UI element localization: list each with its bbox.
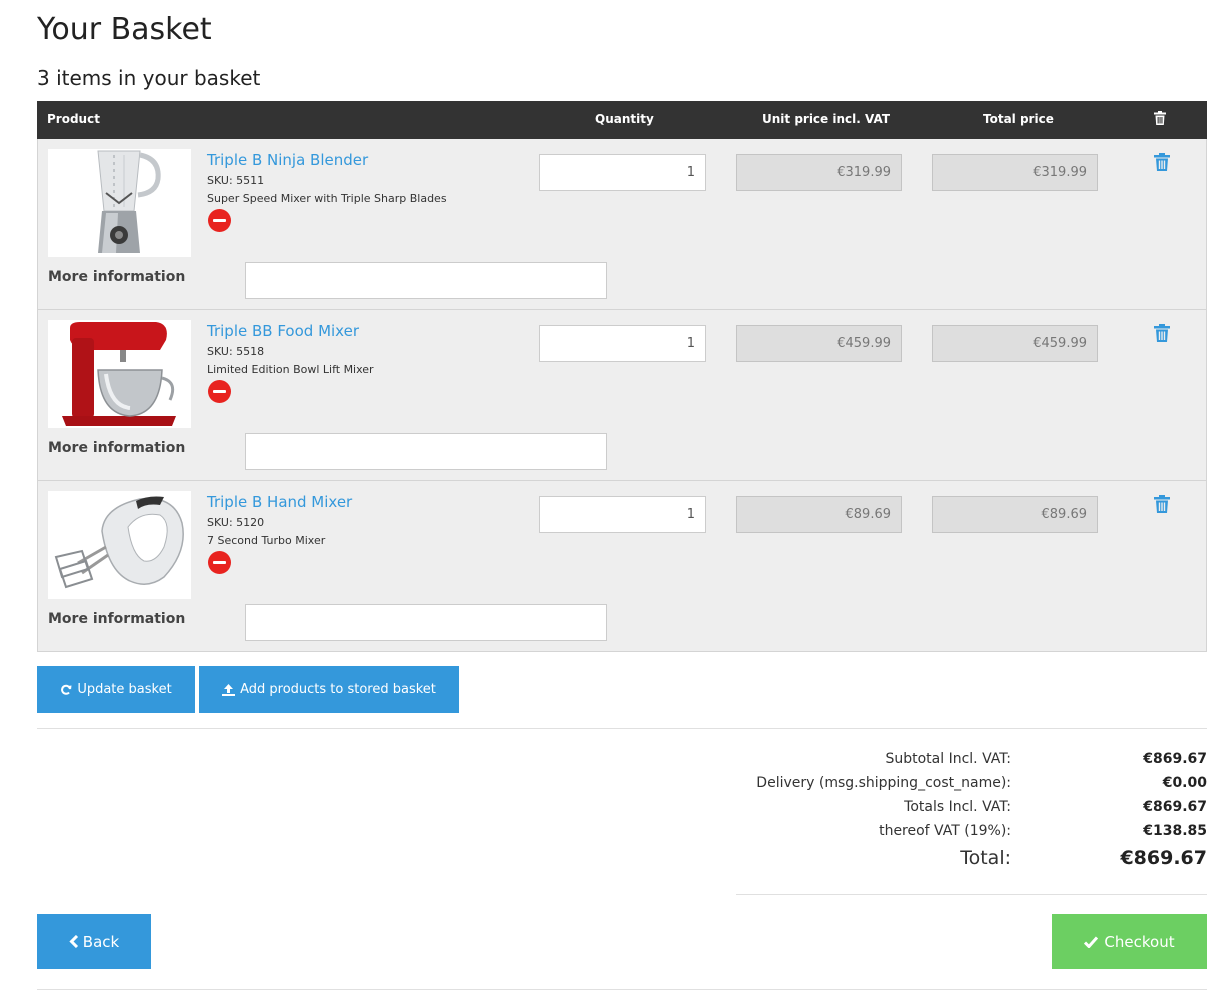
checkout-label: Checkout [1104, 932, 1175, 951]
unit-price-field: €459.99 [736, 325, 902, 362]
product-name-link[interactable]: Triple BB Food Mixer [207, 322, 359, 340]
trash-icon[interactable] [1154, 324, 1170, 342]
total-price-field: €89.69 [932, 496, 1098, 533]
more-information-label: More information [48, 440, 186, 456]
basket-table: Product Quantity Unit price incl. VAT To… [37, 101, 1207, 652]
delivery-label: Delivery (msg.shipping_cost_name): [756, 775, 1011, 791]
totals-summary: Subtotal Incl. VAT: €869.67 Delivery (ms… [736, 748, 1207, 874]
check-icon [1084, 936, 1099, 948]
remove-item-icon[interactable] [208, 380, 231, 403]
product-sku: SKU: 5518 [207, 345, 265, 358]
total-price-field: €319.99 [932, 154, 1098, 191]
subtotal-value: €869.67 [1143, 751, 1207, 767]
add-to-stored-basket-button[interactable]: Add products to stored basket [199, 666, 459, 713]
remove-item-icon[interactable] [208, 551, 231, 574]
refresh-icon [61, 684, 72, 695]
back-button[interactable]: Back [37, 914, 151, 969]
header-quantity: Quantity [595, 112, 654, 126]
quantity-input[interactable] [539, 154, 706, 191]
grand-total-label: Total: [960, 847, 1011, 869]
header-total-price: Total price [983, 112, 1054, 126]
table-row: Triple B Ninja Blender SKU: 5511 Super S… [37, 139, 1207, 310]
more-information-input[interactable] [245, 433, 607, 470]
trash-all-icon[interactable] [1154, 111, 1166, 128]
table-header: Product Quantity Unit price incl. VAT To… [37, 101, 1207, 139]
table-row: Triple BB Food Mixer SKU: 5518 Limited E… [37, 310, 1207, 481]
divider [736, 894, 1207, 895]
totals-value: €869.67 [1143, 799, 1207, 815]
table-row: Triple B Hand Mixer SKU: 5120 7 Second T… [37, 481, 1207, 652]
product-description: 7 Second Turbo Mixer [207, 534, 326, 547]
grand-total-value: €869.67 [1120, 847, 1207, 869]
remove-item-icon[interactable] [208, 209, 231, 232]
quantity-input[interactable] [539, 496, 706, 533]
checkout-button[interactable]: Checkout [1052, 914, 1207, 969]
totals-row: Totals Incl. VAT: €869.67 [736, 796, 1207, 820]
product-description: Limited Edition Bowl Lift Mixer [207, 363, 374, 376]
subtotal-label: Subtotal Incl. VAT: [885, 751, 1011, 767]
divider [37, 728, 1207, 729]
product-description: Super Speed Mixer with Triple Sharp Blad… [207, 192, 447, 205]
header-unit-price: Unit price incl. VAT [762, 112, 890, 126]
product-sku: SKU: 5511 [207, 174, 265, 187]
total-price-field: €459.99 [932, 325, 1098, 362]
vat-row: thereof VAT (19%): €138.85 [736, 820, 1207, 844]
subtotal-row: Subtotal Incl. VAT: €869.67 [736, 748, 1207, 772]
add-to-stored-basket-label: Add products to stored basket [240, 682, 436, 697]
delivery-value: €0.00 [1162, 775, 1207, 791]
unit-price-field: €89.69 [736, 496, 902, 533]
grand-total-row: Total: €869.67 [736, 844, 1207, 874]
delivery-row: Delivery (msg.shipping_cost_name): €0.00 [736, 772, 1207, 796]
update-basket-button[interactable]: Update basket [37, 666, 195, 713]
vat-label: thereof VAT (19%): [879, 823, 1011, 839]
upload-icon [222, 683, 236, 696]
chevron-left-icon [69, 935, 78, 948]
divider [37, 989, 1207, 990]
hand-mixer-image[interactable] [48, 491, 191, 599]
unit-price-field: €319.99 [736, 154, 902, 191]
product-sku: SKU: 5120 [207, 516, 265, 529]
more-information-input[interactable] [245, 604, 607, 641]
more-information-label: More information [48, 611, 186, 627]
page-title: Your Basket [37, 12, 212, 47]
items-count: 3 items in your basket [37, 66, 261, 90]
more-information-label: More information [48, 269, 186, 285]
header-product: Product [47, 112, 100, 126]
product-name-link[interactable]: Triple B Ninja Blender [207, 151, 368, 169]
quantity-input[interactable] [539, 325, 706, 362]
product-name-link[interactable]: Triple B Hand Mixer [207, 493, 352, 511]
trash-icon[interactable] [1154, 153, 1170, 171]
vat-value: €138.85 [1143, 823, 1207, 839]
back-label: Back [82, 932, 120, 951]
update-basket-label: Update basket [77, 682, 172, 697]
totals-label: Totals Incl. VAT: [904, 799, 1011, 815]
stand-mixer-image[interactable] [48, 320, 191, 428]
more-information-input[interactable] [245, 262, 607, 299]
trash-icon[interactable] [1154, 495, 1170, 513]
blender-image[interactable] [48, 149, 191, 257]
